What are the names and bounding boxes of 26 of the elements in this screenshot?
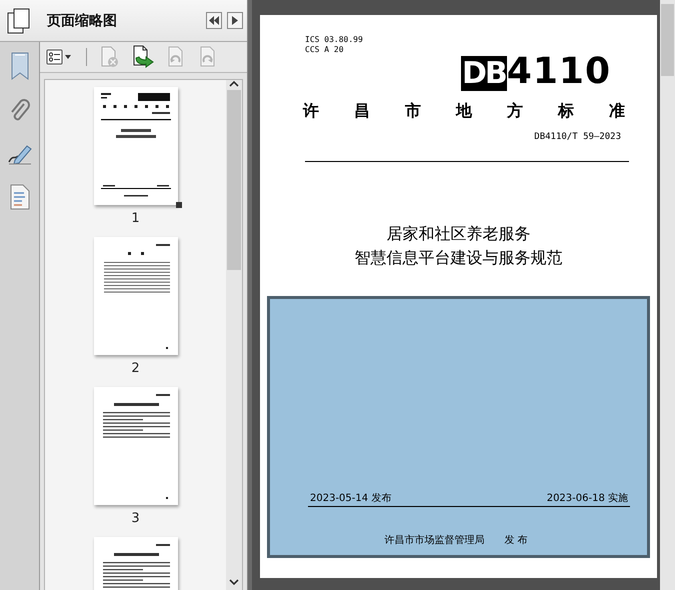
document-title: 居家和社区养老服务 智慧信息平台建设与服务规范 xyxy=(354,223,562,269)
double-left-arrow-icon xyxy=(209,16,220,25)
effective-date: 2023-06-18 实施 xyxy=(546,492,628,505)
right-arrow-icon xyxy=(232,16,238,25)
resize-handle[interactable] xyxy=(176,202,182,208)
issue-label: 发 布 xyxy=(504,534,528,547)
page-number: 2 xyxy=(131,361,140,376)
page-number: 3 xyxy=(131,511,140,526)
standard-number: DB4110/T 59—2023 xyxy=(534,132,621,142)
page-number: 1 xyxy=(131,211,140,226)
classification-code: ICS 03.80.99 xyxy=(305,35,363,45)
classification-code: CCS A 20 xyxy=(305,45,344,55)
standard-type-heading: 许昌市地方标准 xyxy=(303,101,625,122)
collapse-panel-button[interactable] xyxy=(206,12,222,29)
scrollbar-thumb[interactable] xyxy=(227,90,242,270)
scroll-up-icon[interactable] xyxy=(229,80,240,88)
document-icon[interactable] xyxy=(8,184,30,210)
standard-logo: DB4110 xyxy=(461,53,611,93)
bookmark-icon[interactable] xyxy=(10,52,30,80)
panel-title: 页面缩略图 xyxy=(47,12,118,30)
scrollbar-thumb[interactable] xyxy=(661,4,674,76)
issue-date: 2023-05-14 发布 xyxy=(310,492,392,505)
issuing-authority: 许昌市市场监督管理局 xyxy=(384,534,484,547)
pages-icon xyxy=(7,8,31,34)
panel-options-button[interactable] xyxy=(227,12,244,29)
scroll-down-icon[interactable] xyxy=(229,578,240,586)
